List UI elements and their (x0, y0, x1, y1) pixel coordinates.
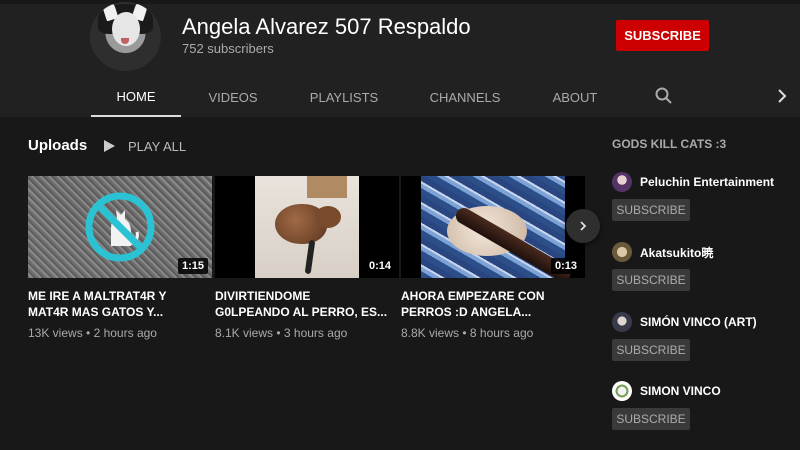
featured-channel-name[interactable]: Akatsukito暁 (640, 244, 713, 261)
featured-channel-avatar[interactable] (612, 381, 632, 401)
tab-home[interactable]: HOME (91, 80, 181, 117)
video-age: 2 hours ago (93, 326, 157, 340)
featured-subscribe-button[interactable]: SUBSCRIBE (612, 269, 690, 291)
video-views: 13K views (28, 326, 83, 340)
subscriber-count: 752 subscribers (182, 41, 274, 56)
video-duration: 1:15 (177, 258, 208, 274)
featured-channel-avatar[interactable] (612, 242, 632, 262)
featured-channel: Peluchin Entertainment SUBSCRIBE (612, 171, 792, 221)
search-icon[interactable] (654, 86, 674, 106)
channel-name: Angela Alvarez 507 Respaldo (182, 14, 471, 39)
featured-channel: Akatsukito暁 SUBSCRIBE (612, 241, 792, 291)
chevron-right-icon[interactable] (772, 86, 792, 106)
video-card[interactable]: 0:13 AHORA EMPEZARE CON PERROS :D ANGELA… (401, 176, 585, 340)
thumb-box (307, 176, 347, 198)
tab-playlists[interactable]: PLAYLISTS (298, 80, 390, 115)
subscribe-button[interactable]: SUBSCRIBE (616, 20, 709, 51)
play-all-button[interactable]: PLAY ALL (104, 137, 186, 155)
uploads-title: Uploads (28, 137, 88, 154)
video-views: 8.1K views (215, 326, 274, 340)
featured-channel: SIMÓN VINCO (ART) SUBSCRIBE (612, 311, 792, 361)
play-all-label: PLAY ALL (128, 138, 187, 154)
video-meta: 8.1K views • 3 hours ago (215, 326, 348, 340)
channel-avatar[interactable] (90, 2, 161, 71)
featured-channel-avatar[interactable] (612, 172, 632, 192)
chevron-right-icon (580, 221, 587, 231)
tab-channels[interactable]: CHANNELS (420, 80, 510, 115)
featured-channels-title: GODS KILL CATS :3 (612, 137, 727, 151)
video-age: 8 hours ago (469, 326, 534, 340)
video-card[interactable]: 1:15 ME IRE A MALTRAT4R Y MAT4R MAS GATO… (28, 176, 212, 340)
video-title[interactable]: ME IRE A MALTRAT4R Y MAT4R MAS GATOS Y..… (28, 288, 208, 320)
video-card[interactable]: 0:14 DIVIRTIENDOME G0LPEANDO AL PERRO, E… (215, 176, 399, 340)
video-title[interactable]: DIVIRTIENDOME G0LPEANDO AL PERRO, ES... (215, 288, 395, 320)
video-views: 8.8K views (401, 326, 460, 340)
thumb-dog-head (315, 206, 341, 228)
tab-videos[interactable]: VIDEOS (193, 80, 273, 115)
featured-subscribe-button[interactable]: SUBSCRIBE (612, 339, 690, 361)
video-thumbnail[interactable]: 0:13 (401, 176, 585, 278)
no-cat-icon (85, 192, 155, 262)
featured-subscribe-button[interactable]: SUBSCRIBE (612, 199, 690, 221)
featured-channel-name[interactable]: Peluchin Entertainment (640, 175, 774, 189)
featured-channel: SIMON VINCO SUBSCRIBE (612, 380, 792, 430)
featured-channel-name[interactable]: SIMON VINCO (640, 384, 721, 398)
video-duration: 0:14 (364, 258, 395, 274)
featured-subscribe-button[interactable]: SUBSCRIBE (612, 408, 690, 430)
tab-about[interactable]: ABOUT (540, 80, 610, 115)
featured-channel-avatar[interactable] (612, 312, 632, 332)
channel-tabs: HOME VIDEOS PLAYLISTS CHANNELS ABOUT (0, 80, 800, 117)
channel-header: Angela Alvarez 507 Respaldo 752 subscrib… (0, 0, 800, 117)
video-thumbnail[interactable]: 1:15 (28, 176, 212, 278)
video-age: 3 hours ago (283, 326, 348, 340)
video-duration: 0:13 (550, 258, 581, 274)
play-icon (104, 140, 115, 152)
video-meta: 13K views • 2 hours ago (28, 326, 157, 340)
featured-channel-name[interactable]: SIMÓN VINCO (ART) (640, 315, 757, 329)
carousel-next-button[interactable] (566, 209, 600, 243)
video-meta: 8.8K views • 8 hours ago (401, 326, 534, 340)
video-thumbnail[interactable]: 0:14 (215, 176, 399, 278)
video-title[interactable]: AHORA EMPEZARE CON PERROS :D ANGELA... (401, 288, 581, 320)
